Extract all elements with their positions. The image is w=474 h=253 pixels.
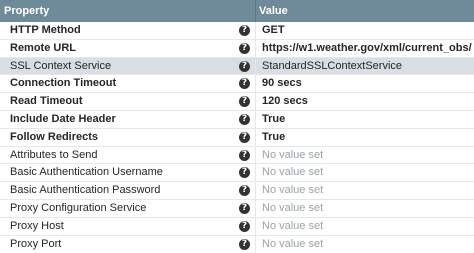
column-divider — [255, 93, 256, 110]
help-icon[interactable]: ? — [239, 185, 250, 197]
property-value[interactable]: True — [262, 129, 472, 146]
property-value[interactable]: https://w1.weather.gov/xml/current_obs/a… — [262, 40, 472, 57]
column-divider — [255, 217, 256, 235]
column-header-value[interactable]: Value — [259, 0, 288, 22]
property-value[interactable]: No value set — [262, 200, 472, 217]
help-icon[interactable]: ? — [239, 167, 250, 179]
table-row[interactable]: Read Timeout ? 120 secs — [0, 93, 474, 111]
property-name: Attributes to Send — [10, 148, 98, 161]
property-name: HTTP Method — [10, 24, 81, 36]
property-name: Proxy Port — [10, 237, 62, 250]
column-divider — [255, 111, 256, 128]
table-row[interactable]: Remote URL ? https://w1.weather.gov/xml/… — [0, 39, 474, 58]
help-icon[interactable]: ? — [239, 114, 250, 125]
help-icon[interactable]: ? — [239, 78, 250, 90]
property-name: Basic Authentication Password — [10, 184, 161, 197]
help-icon[interactable]: ? — [239, 238, 250, 250]
property-value[interactable]: 120 secs — [262, 93, 472, 110]
property-name: Basic Authentication Username — [10, 166, 163, 179]
table-row[interactable]: Include Date Header ? True — [0, 111, 474, 129]
column-divider — [255, 57, 256, 75]
property-name: Proxy Host — [10, 219, 64, 232]
property-name: Remote URL — [10, 41, 77, 54]
table-row[interactable]: Connection Timeout ? 90 secs — [0, 75, 474, 94]
property-value[interactable]: No value set — [262, 164, 472, 181]
property-value[interactable]: 90 secs — [262, 75, 472, 92]
table-row[interactable]: Follow Redirects ? True — [0, 128, 474, 147]
property-name: Follow Redirects — [10, 130, 99, 143]
property-value[interactable]: True — [262, 111, 472, 128]
column-divider — [255, 22, 256, 39]
property-value[interactable]: No value set — [262, 236, 472, 253]
property-name: SSL Context Service — [10, 59, 112, 72]
property-name: Read Timeout — [10, 95, 83, 108]
table-row[interactable]: Proxy Port ? No value set — [0, 235, 474, 253]
help-icon[interactable]: ? — [239, 131, 250, 143]
property-name: Proxy Configuration Service — [10, 202, 147, 214]
help-icon[interactable]: ? — [239, 149, 250, 161]
property-value[interactable]: No value set — [262, 218, 472, 235]
table-row[interactable]: Proxy Host ? No value set — [0, 217, 474, 236]
table-row[interactable]: Basic Authentication Username ? No value… — [0, 164, 474, 183]
column-divider — [255, 182, 256, 199]
table-header: Property Value — [0, 0, 474, 22]
column-divider — [255, 128, 256, 146]
property-name: Connection Timeout — [10, 77, 117, 90]
column-divider — [255, 200, 256, 217]
column-header-property[interactable]: Property — [4, 0, 49, 22]
column-divider — [255, 235, 256, 253]
property-value[interactable]: No value set — [262, 147, 472, 164]
column-divider — [255, 164, 256, 182]
help-icon[interactable]: ? — [239, 203, 250, 214]
property-value[interactable]: GET — [262, 22, 472, 39]
property-value[interactable]: StandardSSLContextService — [262, 58, 472, 75]
column-divider — [255, 0, 256, 22]
column-divider — [255, 146, 256, 164]
column-divider — [255, 39, 256, 57]
help-icon[interactable]: ? — [239, 25, 250, 36]
table-row-selected[interactable]: SSL Context Service ? StandardSSLContext… — [0, 57, 474, 76]
help-icon[interactable]: ? — [239, 96, 250, 108]
table-row[interactable]: Attributes to Send ? No value set — [0, 146, 474, 165]
column-divider — [255, 75, 256, 93]
table-row[interactable]: HTTP Method ? GET — [0, 22, 474, 40]
property-name: Include Date Header — [10, 113, 116, 125]
help-icon[interactable]: ? — [239, 60, 250, 72]
property-value[interactable]: No value set — [262, 182, 472, 199]
table-row[interactable]: Proxy Configuration Service ? No value s… — [0, 200, 474, 218]
table-row[interactable]: Basic Authentication Password ? No value… — [0, 182, 474, 200]
help-icon[interactable]: ? — [239, 220, 250, 232]
help-icon[interactable]: ? — [239, 42, 250, 54]
